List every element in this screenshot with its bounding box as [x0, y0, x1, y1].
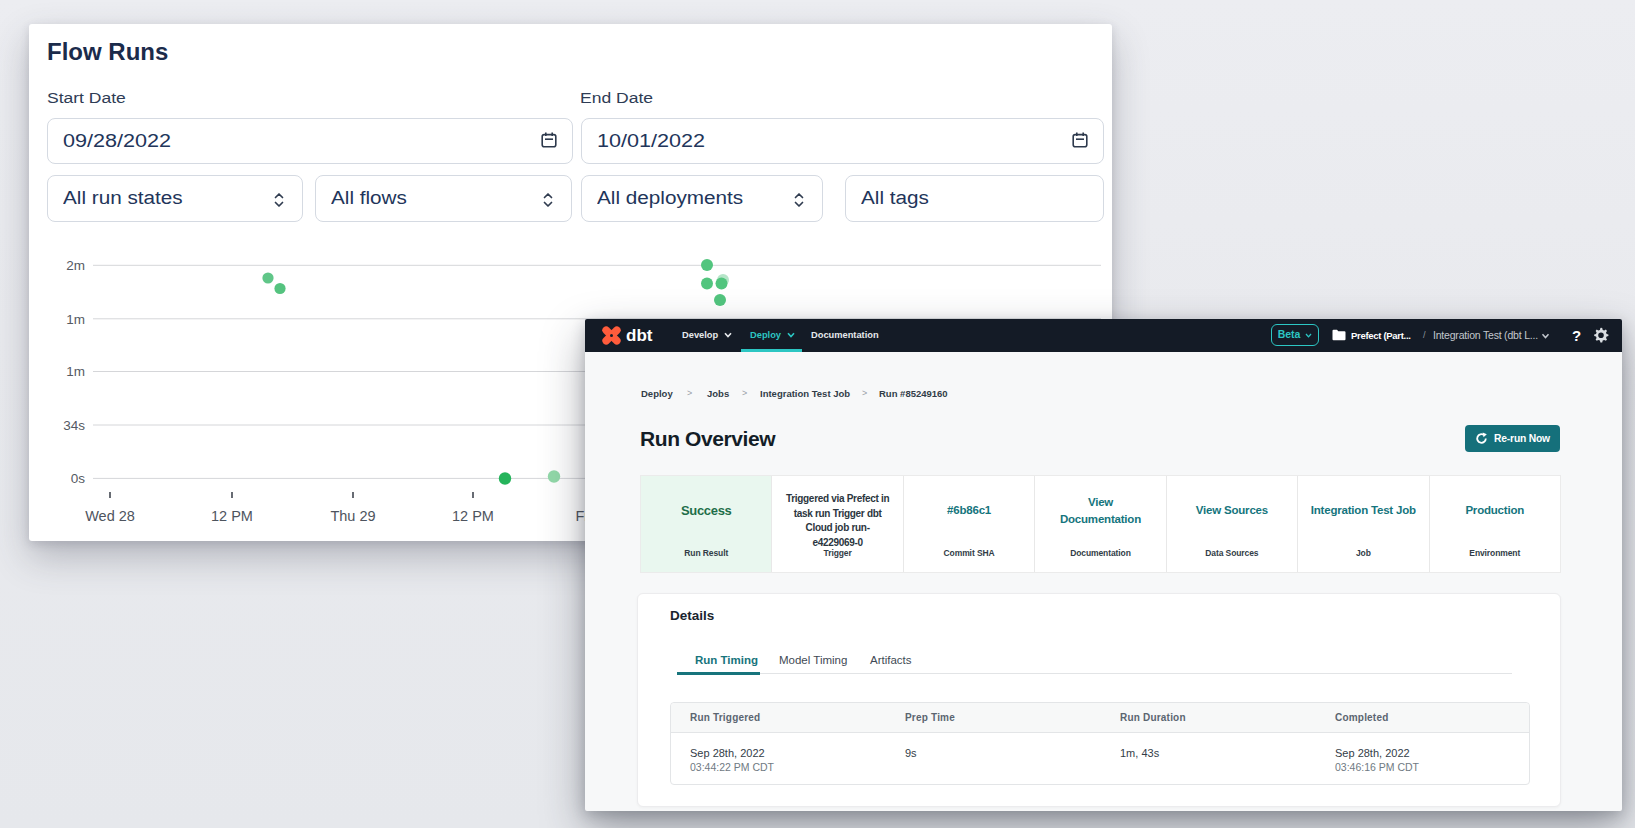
svg-text:12 PM: 12 PM — [211, 508, 253, 524]
svg-text:34s: 34s — [63, 418, 85, 433]
svg-text:0s: 0s — [71, 471, 86, 486]
svg-text:Thu 29: Thu 29 — [330, 508, 375, 524]
svg-text:12 PM: 12 PM — [452, 508, 494, 524]
svg-text:1m: 1m — [66, 364, 85, 379]
svg-text:Wed 28: Wed 28 — [85, 508, 135, 524]
svg-text:2m: 2m — [66, 258, 85, 273]
svg-text:1m: 1m — [66, 312, 85, 327]
